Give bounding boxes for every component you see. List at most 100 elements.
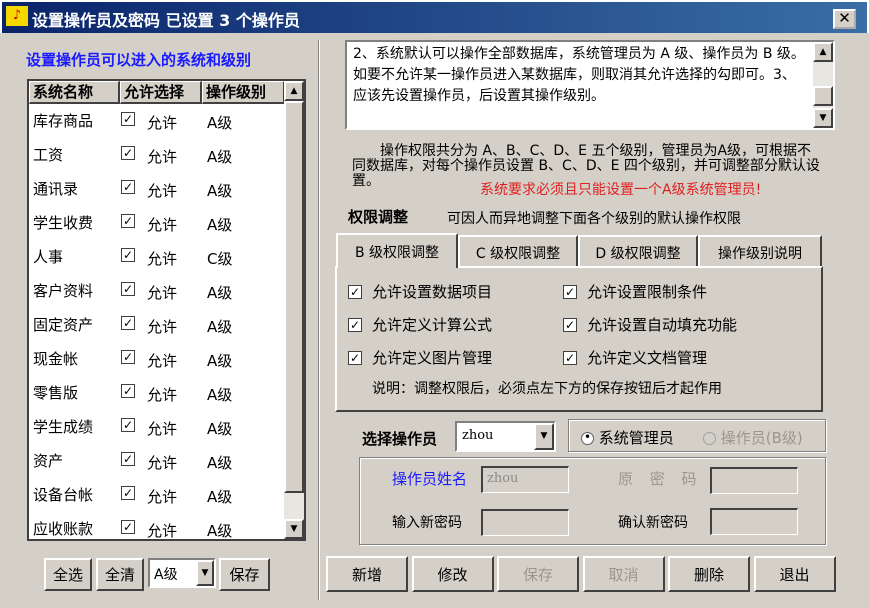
modify-button[interactable]: 修改	[411, 556, 494, 592]
allow-text: 允许	[147, 386, 178, 404]
level-text[interactable]: A级	[207, 520, 232, 541]
table-row[interactable]: 现金帐 ✓ 允许 A级	[29, 342, 285, 376]
table-row[interactable]: 客户资料 ✓ 允许 A级	[29, 274, 285, 308]
permission-checkbox[interactable]: ✓ 允许定义文档管理	[563, 347, 707, 368]
allow-checkbox[interactable]: ✓	[121, 245, 135, 263]
scroll-up-button[interactable]: ▲	[284, 81, 304, 101]
permission-checkbox[interactable]: ✓ 允许设置自动填充功能	[563, 314, 737, 335]
allow-text: 允许	[147, 352, 178, 370]
column-header-allow[interactable]: 允许选择	[120, 81, 202, 104]
checkmark-icon: ✓	[121, 451, 135, 466]
level-text[interactable]: A级	[207, 452, 232, 473]
table-row[interactable]: 库存商品 ✓ 允许 A级	[29, 104, 285, 138]
scroll-up-button[interactable]: ▲	[813, 42, 833, 62]
add-button[interactable]: 新增	[326, 556, 408, 592]
left-heading: 设置操作员可以进入的系统和级别	[26, 51, 252, 69]
save-button[interactable]: 保存	[497, 556, 579, 592]
level-text[interactable]: A级	[207, 486, 232, 507]
allow-checkbox[interactable]: ✓	[121, 313, 135, 331]
select-all-button[interactable]: 全选	[44, 558, 92, 591]
clear-all-button[interactable]: 全清	[96, 558, 144, 591]
table-row[interactable]: 零售版 ✓ 允许 A级	[29, 376, 285, 410]
save-levels-button[interactable]: 保存	[219, 558, 270, 591]
allow-checkbox[interactable]: ✓	[121, 177, 135, 195]
column-header-name[interactable]: 系统名称	[29, 81, 120, 104]
close-button[interactable]: ✕	[833, 9, 856, 29]
checkmark-icon: ✓	[121, 349, 135, 364]
level-text[interactable]: A级	[207, 350, 232, 371]
table-scrollbar[interactable]: ▲ ▼	[284, 81, 304, 539]
radio-admin-label: 系统管理员	[598, 429, 674, 447]
tab-b-level[interactable]: B 级权限调整	[336, 233, 458, 268]
allow-checkbox[interactable]: ✓	[121, 109, 135, 127]
permission-label: 允许设置自动填充功能	[587, 316, 738, 334]
level-text[interactable]: C级	[207, 248, 232, 269]
checkmark-icon: ✓	[563, 350, 577, 365]
radio-operator[interactable]: 操作员(B级)	[703, 427, 803, 448]
tab-d-level[interactable]: D 级权限调整	[578, 235, 698, 268]
allow-text: 允许	[147, 182, 178, 200]
allow-checkbox[interactable]: ✓	[121, 279, 135, 297]
level-text[interactable]: A级	[207, 214, 232, 235]
chevron-down-icon[interactable]: ▼	[196, 560, 214, 586]
allow-checkbox[interactable]: ✓	[121, 347, 135, 365]
allow-checkbox[interactable]: ✓	[121, 415, 135, 433]
chevron-down-icon[interactable]: ▼	[534, 423, 554, 450]
app-icon: ♪	[6, 6, 28, 26]
table-row[interactable]: 学生成绩 ✓ 允许 A级	[29, 410, 285, 444]
checkmark-icon: ✓	[121, 145, 135, 160]
scroll-thumb[interactable]	[284, 101, 304, 493]
permission-checkbox[interactable]: ✓ 允许设置限制条件	[563, 281, 707, 302]
allow-checkbox[interactable]: ✓	[121, 449, 135, 467]
table-row[interactable]: 通讯录 ✓ 允许 A级	[29, 172, 285, 206]
name-field[interactable]: zhou	[481, 466, 569, 493]
level-text[interactable]: A级	[207, 282, 232, 303]
allow-checkbox[interactable]: ✓	[121, 143, 135, 161]
notes-scrollbar[interactable]: ▲ ▼	[813, 42, 833, 128]
operator-select[interactable]: zhou ▼	[455, 421, 556, 452]
permission-checkbox[interactable]: ✓ 允许定义图片管理	[348, 347, 492, 368]
radio-admin[interactable]: • 系统管理员	[581, 427, 674, 448]
tab-level-description[interactable]: 操作级别说明	[698, 235, 822, 268]
confirm-password-field[interactable]	[710, 508, 798, 535]
level-text[interactable]: A级	[207, 418, 232, 439]
level-select[interactable]: A级 ▼	[148, 558, 216, 588]
level-text[interactable]: A级	[207, 180, 232, 201]
delete-button[interactable]: 删除	[668, 556, 750, 592]
checkmark-icon: ✓	[121, 383, 135, 398]
exit-button[interactable]: 退出	[753, 556, 836, 592]
table-row[interactable]: 资产 ✓ 允许 A级	[29, 444, 285, 478]
level-text[interactable]: A级	[207, 146, 232, 167]
scroll-down-button[interactable]: ▼	[284, 519, 304, 539]
table-row[interactable]: 固定资产 ✓ 允许 A级	[29, 308, 285, 342]
old-password-field[interactable]	[710, 467, 798, 494]
notes-textbox[interactable]: 2、系统默认可以操作全部数据库，系统管理员为 A 级、操作员为 B 级。如要不允…	[345, 40, 835, 130]
tab-c-level[interactable]: C 级权限调整	[458, 235, 578, 268]
allow-checkbox[interactable]: ✓	[121, 483, 135, 501]
level-text[interactable]: A级	[207, 112, 232, 133]
scroll-thumb[interactable]	[813, 86, 833, 106]
permission-checkbox[interactable]: ✓ 允许设置数据项目	[348, 281, 492, 302]
table-row[interactable]: 设备台帐 ✓ 允许 A级	[29, 478, 285, 512]
permission-checkbox[interactable]: ✓ 允许定义计算公式	[348, 314, 492, 335]
cancel-button[interactable]: 取消	[582, 556, 665, 592]
column-header-level[interactable]: 操作级别	[202, 81, 285, 104]
scroll-down-button[interactable]: ▼	[813, 108, 833, 128]
system-name: 客户资料	[33, 282, 94, 300]
allow-checkbox[interactable]: ✓	[121, 517, 135, 535]
note-text: 说明：调整权限后，必须点左下方的保存按钮后才起作用	[372, 381, 722, 397]
checkmark-icon: ✓	[121, 111, 135, 126]
allow-text: 允许	[147, 420, 178, 438]
allow-checkbox[interactable]: ✓	[121, 211, 135, 229]
table-row[interactable]: 学生收费 ✓ 允许 A级	[29, 206, 285, 240]
level-text[interactable]: A级	[207, 384, 232, 405]
new-password-field[interactable]	[481, 509, 569, 536]
level-text[interactable]: A级	[207, 316, 232, 337]
table-row[interactable]: 工资 ✓ 允许 A级	[29, 138, 285, 172]
table-row[interactable]: 应收账款 ✓ 允许 A级	[29, 512, 285, 546]
checkmark-icon: ✓	[563, 317, 577, 332]
table-row[interactable]: 人事 ✓ 允许 C级	[29, 240, 285, 274]
allow-text: 允许	[147, 454, 178, 472]
allow-checkbox[interactable]: ✓	[121, 381, 135, 399]
allow-text: 允许	[147, 284, 178, 302]
